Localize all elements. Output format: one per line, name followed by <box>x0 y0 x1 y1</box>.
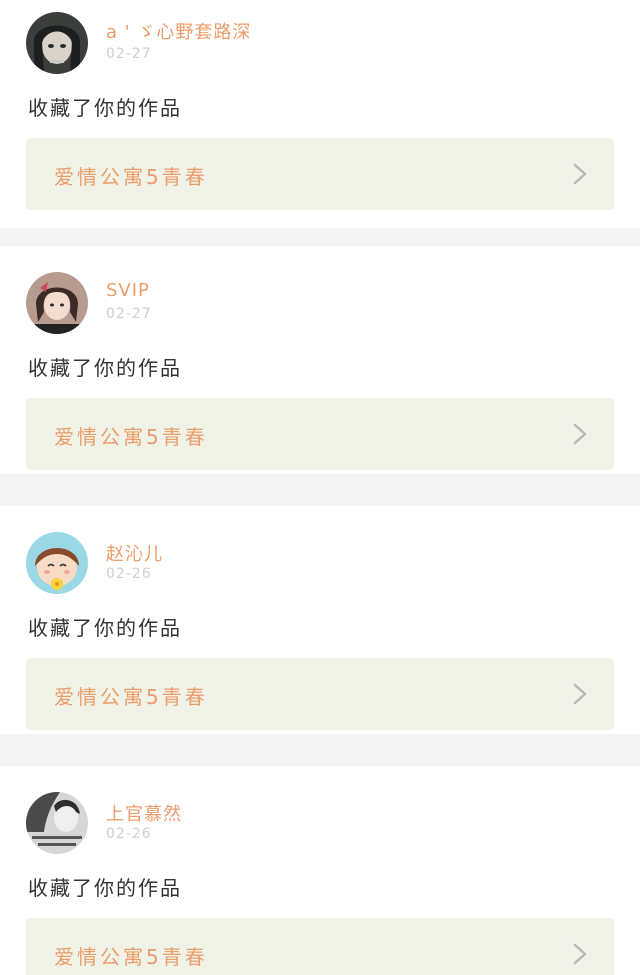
timestamp: 02-26 <box>106 566 152 582</box>
notification-card: a ' ゞ心野套路深 02-27 收藏了你的作品 爱情公寓5青春 <box>0 0 640 228</box>
chevron-right-icon <box>572 943 588 965</box>
timestamp: 02-26 <box>106 826 152 842</box>
username[interactable]: 上官慕然 <box>106 800 182 826</box>
activity-text: 收藏了你的作品 <box>28 96 182 120</box>
work-title: 爱情公寓5青春 <box>54 165 208 189</box>
user-avatar-cartoon-girl-icon[interactable] <box>26 532 88 594</box>
timestamp: 02-27 <box>106 46 152 62</box>
work-title: 爱情公寓5青春 <box>54 945 208 969</box>
username[interactable]: 赵沁儿 <box>106 540 163 566</box>
work-title: 爱情公寓5青春 <box>54 685 208 709</box>
username[interactable]: SVIP <box>106 280 150 301</box>
notification-card: SVIP 02-27 收藏了你的作品 爱情公寓5青春 <box>0 246 640 474</box>
activity-text: 收藏了你的作品 <box>28 876 182 900</box>
work-link-button[interactable]: 爱情公寓5青春 <box>26 138 614 210</box>
notification-card: 上官慕然 02-26 收藏了你的作品 爱情公寓5青春 <box>0 766 640 975</box>
notification-feed: a ' ゞ心野套路深 02-27 收藏了你的作品 爱情公寓5青春 SVIP 02… <box>0 0 640 975</box>
user-avatar-girl-photo-icon[interactable] <box>26 272 88 334</box>
work-link-button[interactable]: 爱情公寓5青春 <box>26 658 614 730</box>
user-avatar-dark-hair-icon[interactable] <box>26 12 88 74</box>
timestamp: 02-27 <box>106 306 152 322</box>
user-avatar-grayscale-icon[interactable] <box>26 792 88 854</box>
notification-card: 赵沁儿 02-26 收藏了你的作品 爱情公寓5青春 <box>0 506 640 734</box>
activity-text: 收藏了你的作品 <box>28 356 182 380</box>
work-title: 爱情公寓5青春 <box>54 425 208 449</box>
chevron-right-icon <box>572 163 588 185</box>
work-link-button[interactable]: 爱情公寓5青春 <box>26 398 614 470</box>
username[interactable]: a ' ゞ心野套路深 <box>106 18 251 44</box>
activity-text: 收藏了你的作品 <box>28 616 182 640</box>
chevron-right-icon <box>572 423 588 445</box>
chevron-right-icon <box>572 683 588 705</box>
work-link-button[interactable]: 爱情公寓5青春 <box>26 918 614 975</box>
